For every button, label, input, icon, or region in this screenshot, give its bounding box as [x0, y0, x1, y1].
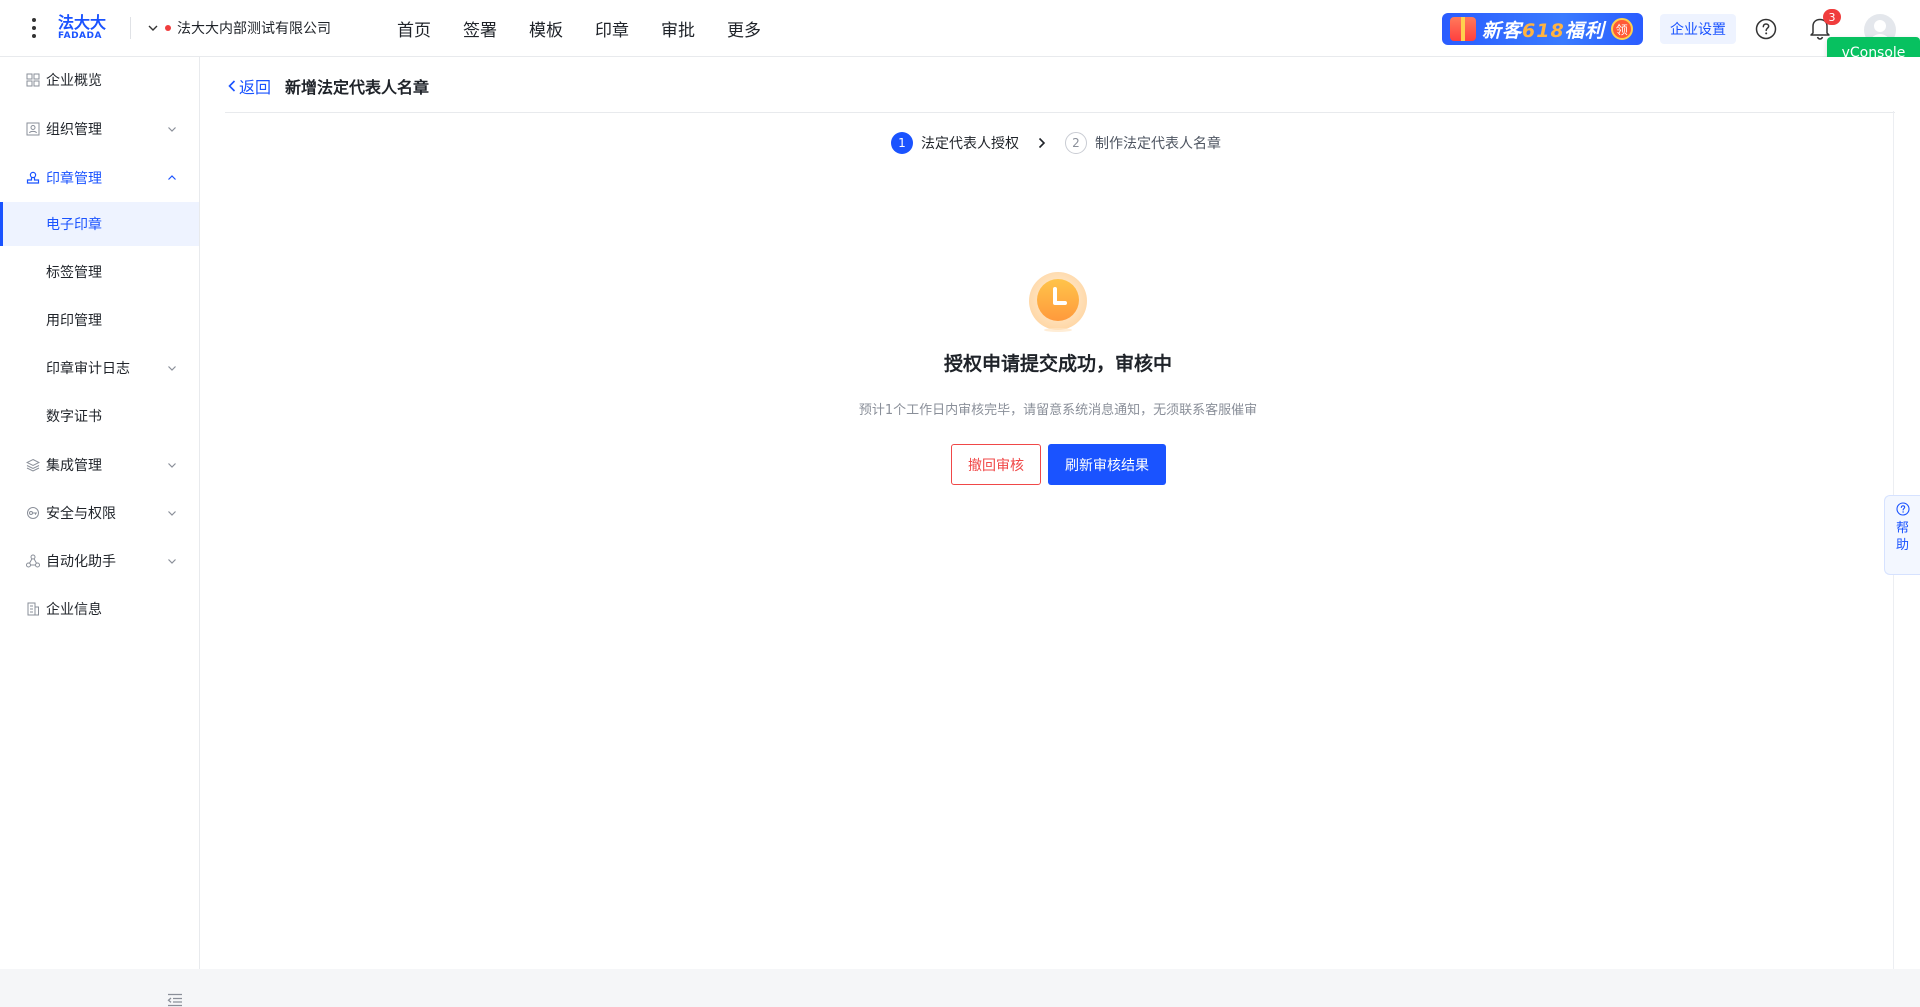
- clock-icon: [1029, 272, 1087, 332]
- back-label: 返回: [239, 78, 272, 97]
- back-button[interactable]: 返回: [227, 74, 271, 98]
- chevron-down-icon: [168, 463, 176, 468]
- withdraw-review-button[interactable]: 撤回审核: [951, 444, 1041, 485]
- sidebar-item-security[interactable]: 安全与权限: [0, 493, 199, 533]
- chevron-down-icon: [168, 127, 176, 132]
- sidebar-item-digital-certificate[interactable]: 数字证书: [0, 394, 199, 438]
- sidebar-item-label: 印章审计日志: [46, 361, 130, 377]
- status-dot: [165, 25, 171, 31]
- help-icon[interactable]: [1755, 18, 1777, 40]
- chevron-down-icon: [168, 366, 176, 371]
- sidebar-item-seal-management[interactable]: 印章管理: [0, 158, 199, 198]
- sidebar-item-automation[interactable]: 自动化助手: [0, 541, 199, 581]
- sidebar-item-seal-usage[interactable]: 用印管理: [0, 298, 199, 342]
- sidebar-item-label: 企业信息: [46, 602, 102, 618]
- step-1-number: 1: [891, 132, 913, 154]
- nav-template[interactable]: 模板: [529, 16, 563, 41]
- enterprise-settings-button[interactable]: 企业设置: [1660, 14, 1736, 44]
- company-name: 法大大内部测试有限公司: [177, 21, 331, 37]
- status-description: 预计1个工作日内审核完毕，请留意系统消息通知，无须联系客服催审: [858, 403, 1258, 418]
- sidebar-item-label: 集成管理: [46, 458, 102, 474]
- sidebar-item-label: 自动化助手: [46, 554, 116, 570]
- sidebar-item-overview[interactable]: 企业概览: [0, 60, 199, 100]
- organization-icon: [26, 122, 40, 136]
- sidebar-item-label: 组织管理: [46, 122, 102, 138]
- step-2-label: 制作法定代表人名章: [1095, 136, 1221, 152]
- app-switcher-icon[interactable]: [20, 18, 48, 38]
- help-tab[interactable]: 帮 助: [1884, 495, 1920, 575]
- step-1-label: 法定代表人授权: [921, 136, 1019, 152]
- sidebar-item-seal-audit-log[interactable]: 印章审计日志: [0, 346, 199, 390]
- sidebar-item-label: 安全与权限: [46, 506, 116, 522]
- promo-claim-badge: 领: [1610, 18, 1633, 40]
- sidebar: 企业概览 组织管理 印章管理 电子印章 标签管理 用印管理 印章审计日志 数字证…: [0, 57, 200, 1007]
- sidebar-item-label: 用印管理: [46, 313, 102, 329]
- sidebar-item-integration[interactable]: 集成管理: [0, 445, 199, 485]
- refresh-result-button[interactable]: 刷新审核结果: [1048, 444, 1166, 485]
- chevron-left-icon: [228, 80, 236, 92]
- company-switcher[interactable]: 法大大内部测试有限公司: [147, 18, 331, 38]
- logo-en: FADADA: [58, 31, 102, 41]
- help-tab-label-2: 助: [1895, 538, 1909, 553]
- brand-logo[interactable]: 法大大 FADADA: [58, 15, 114, 41]
- main-nav: 首页 签署 模板 印章 审批 更多: [397, 0, 793, 57]
- chevron-up-icon: [168, 175, 176, 180]
- sidebar-item-label: 数字证书: [46, 409, 102, 425]
- divider: [225, 112, 1895, 113]
- collapse-sidebar-icon[interactable]: [167, 993, 183, 1007]
- sidebar-item-label: 标签管理: [46, 265, 102, 281]
- chevron-down-icon: [148, 25, 158, 31]
- notification-badge: 3: [1823, 9, 1841, 25]
- promo-suffix: 福利: [1564, 19, 1605, 42]
- chevron-right-icon: [1038, 137, 1046, 149]
- promo-number: 618: [1522, 19, 1565, 42]
- sidebar-item-tag-management[interactable]: 标签管理: [0, 250, 199, 294]
- divider: [130, 17, 131, 39]
- gift-icon: [1450, 17, 1476, 41]
- nav-seal[interactable]: 印章: [595, 16, 629, 41]
- nav-more[interactable]: 更多: [727, 16, 761, 41]
- sidebar-item-label: 企业概览: [46, 73, 102, 89]
- dashboard-icon: [26, 73, 40, 87]
- nav-approval[interactable]: 审批: [661, 16, 695, 41]
- step-2-number: 2: [1065, 132, 1087, 154]
- status-title: 授权申请提交成功，审核中: [943, 353, 1172, 375]
- promo-prefix: 新客: [1482, 19, 1523, 42]
- chevron-down-icon: [168, 511, 176, 516]
- page-title: 新增法定代表人名章: [285, 78, 430, 97]
- main-content: 返回 新增法定代表人名章 1 法定代表人授权 2 制作法定代表人名章 授权申请提…: [200, 57, 1920, 969]
- logo-cn: 法大大: [58, 13, 107, 32]
- nav-sign[interactable]: 签署: [463, 16, 497, 41]
- sidebar-item-label: 电子印章: [46, 217, 102, 233]
- chevron-down-icon: [168, 559, 176, 564]
- stamp-icon: [26, 171, 40, 184]
- help-icon: [1895, 502, 1910, 516]
- key-icon: [27, 507, 39, 519]
- sidebar-item-electronic-seal[interactable]: 电子印章: [0, 202, 199, 246]
- steps-indicator: 1 法定代表人授权 2 制作法定代表人名章: [891, 131, 1221, 155]
- sidebar-item-enterprise-info[interactable]: 企业信息: [0, 589, 199, 629]
- sidebar-item-label: 印章管理: [46, 171, 102, 187]
- building-icon: [27, 602, 39, 616]
- layers-icon: [26, 458, 40, 472]
- promo-banner[interactable]: 新客618福利 领: [1442, 13, 1643, 45]
- help-tab-label-1: 帮: [1895, 521, 1909, 536]
- robot-icon: [26, 554, 40, 568]
- sidebar-item-organization[interactable]: 组织管理: [0, 109, 199, 149]
- promo-text: 新客618福利: [1482, 16, 1605, 43]
- nav-home[interactable]: 首页: [397, 16, 431, 41]
